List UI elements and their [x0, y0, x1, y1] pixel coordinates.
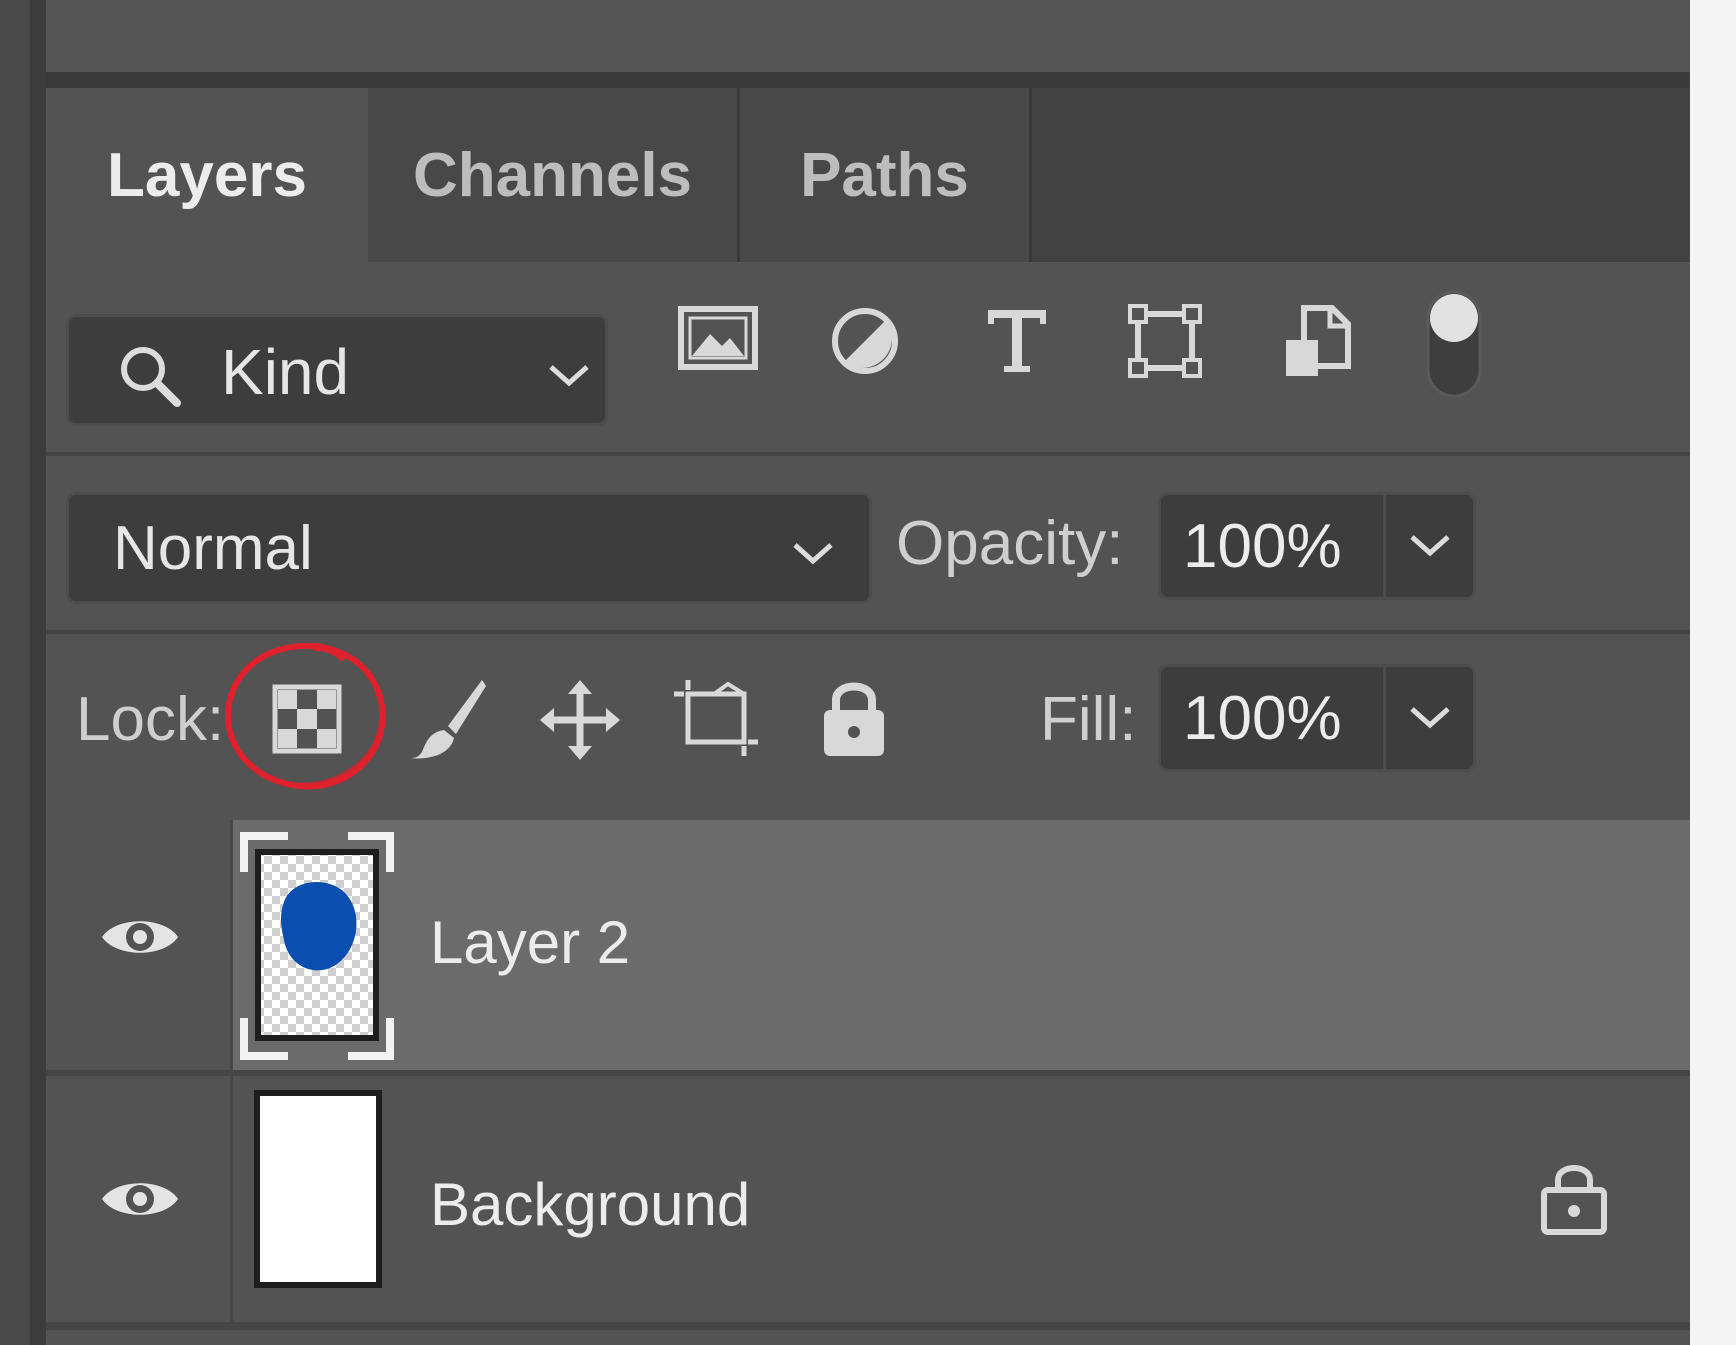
- lock-position-icon[interactable]: [540, 680, 620, 760]
- fill-field[interactable]: 100%: [1158, 664, 1476, 772]
- blend-mode-label: Normal: [113, 514, 313, 583]
- filter-kind-label: Kind: [221, 336, 350, 408]
- layer-name[interactable]: Layer 2: [430, 908, 630, 977]
- tab-layers[interactable]: Layers: [46, 88, 368, 262]
- layer-row-layer-2[interactable]: Layer 2: [46, 820, 1690, 1070]
- eye-icon[interactable]: [100, 910, 180, 964]
- opacity-field[interactable]: 100%: [1158, 492, 1476, 600]
- eye-icon[interactable]: [100, 1172, 180, 1226]
- visibility-column: [46, 1076, 233, 1322]
- type-filter-icon[interactable]: [984, 306, 1050, 376]
- tab-paths[interactable]: Paths: [740, 88, 1032, 262]
- layer-thumbnail[interactable]: [254, 1090, 384, 1290]
- panel-left-border: [30, 0, 46, 1345]
- layers-panel: Layers Channels Paths Kind Normal Opacit…: [46, 88, 1690, 1345]
- tab-channels[interactable]: Channels: [368, 88, 740, 262]
- smart-object-filter-icon[interactable]: [1282, 304, 1352, 380]
- lock-image-pixels-icon[interactable]: [408, 676, 488, 760]
- layer-thumbnail[interactable]: [240, 832, 400, 1062]
- lock-label: Lock:: [76, 685, 225, 754]
- annotation-circle: [224, 642, 386, 790]
- visibility-column: [46, 820, 233, 1070]
- adjustment-filter-icon[interactable]: [830, 306, 900, 376]
- chevron-down-icon: [1410, 707, 1450, 729]
- top-strip-edge: [46, 72, 1690, 88]
- row-divider: [46, 452, 1690, 456]
- lock-artboard-icon[interactable]: [674, 680, 758, 756]
- chevron-down-icon: [793, 543, 833, 565]
- opacity-value[interactable]: 100%: [1183, 511, 1342, 582]
- filter-kind-select[interactable]: Kind: [66, 314, 608, 426]
- opacity-dropdown-button[interactable]: [1386, 495, 1473, 597]
- shape-filter-icon[interactable]: [1128, 304, 1202, 378]
- toggle-switch-icon: [1426, 290, 1482, 398]
- chevron-down-icon: [549, 365, 589, 387]
- layer-name[interactable]: Background: [430, 1170, 750, 1239]
- layer-lock-icon[interactable]: [1540, 1158, 1608, 1236]
- filter-toggle[interactable]: [1424, 288, 1484, 400]
- fill-dropdown-button[interactable]: [1386, 667, 1473, 769]
- chevron-down-icon: [1410, 535, 1450, 557]
- fill-value[interactable]: 100%: [1183, 683, 1342, 754]
- panel-tab-bar: Layers Channels Paths: [46, 88, 1690, 262]
- left-gutter: [0, 0, 30, 1345]
- layer-row-background[interactable]: Background: [46, 1076, 1690, 1322]
- right-margin: [1690, 0, 1736, 1345]
- opacity-label: Opacity:: [896, 509, 1124, 578]
- blend-mode-select[interactable]: Normal: [66, 492, 872, 604]
- search-icon: [121, 347, 181, 407]
- image-filter-icon[interactable]: [678, 306, 758, 370]
- top-strip: [46, 0, 1690, 72]
- lock-all-icon[interactable]: [822, 678, 886, 758]
- fill-label: Fill:: [1040, 685, 1137, 754]
- row-divider: [46, 1322, 1690, 1330]
